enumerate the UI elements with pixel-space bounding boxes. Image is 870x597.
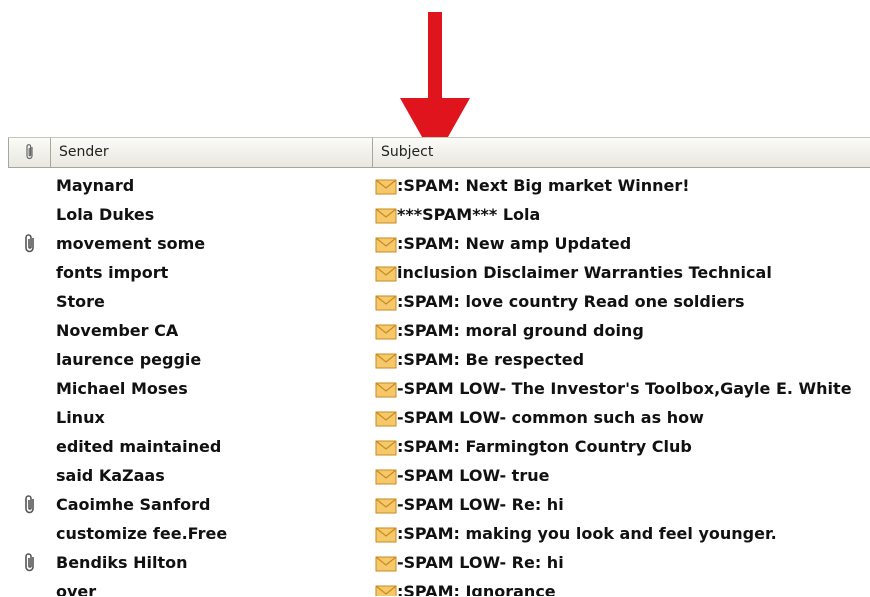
- message-sender: Store: [56, 292, 105, 311]
- message-row[interactable]: fonts import inclusion Disclaimer Warrant…: [8, 258, 870, 287]
- message-sender: fonts import: [56, 263, 169, 282]
- column-header-attachment[interactable]: [8, 138, 51, 167]
- message-subject: :SPAM: Be respected: [397, 350, 585, 369]
- message-subject: -SPAM LOW- Re: hi: [397, 553, 564, 572]
- envelope-icon: [375, 527, 397, 543]
- message-row[interactable]: November CA :SPAM: moral ground doing: [8, 316, 870, 345]
- message-row[interactable]: over :SPAM: Ignorance: [8, 577, 870, 596]
- envelope-icon: [375, 585, 397, 596]
- message-sender: Maynard: [56, 176, 135, 195]
- message-subject: :SPAM: Farmington Country Club: [397, 437, 692, 456]
- message-row[interactable]: Lola Dukes ***SPAM*** Lola: [8, 200, 870, 229]
- message-sender: movement some: [56, 234, 206, 253]
- message-subject: inclusion Disclaimer Warranties Technica…: [397, 263, 772, 282]
- column-header: Sender Subject: [8, 137, 870, 168]
- paperclip-icon: [25, 144, 33, 160]
- envelope-icon: [375, 440, 397, 456]
- message-sender: Caoimhe Sanford: [56, 495, 211, 514]
- message-subject: :SPAM: making you look and feel younger.: [397, 524, 777, 543]
- message-subject: :SPAM: New amp Updated: [397, 234, 632, 253]
- message-subject: ***SPAM*** Lola: [397, 205, 541, 224]
- message-sender: Lola Dukes: [56, 205, 155, 224]
- envelope-icon: [375, 411, 397, 427]
- message-subject: :SPAM: Ignorance: [397, 582, 556, 596]
- message-sender: said KaZaas: [56, 466, 165, 485]
- paperclip-icon: [25, 234, 34, 253]
- envelope-icon: [375, 324, 397, 340]
- message-sender: November CA: [56, 321, 179, 340]
- message-row[interactable]: customize fee.Free :SPAM: making you look…: [8, 519, 870, 548]
- message-row[interactable]: edited maintained :SPAM: Farmington Count…: [8, 432, 870, 461]
- message-row[interactable]: Store :SPAM: love country Read one soldie…: [8, 287, 870, 316]
- message-subject: :SPAM: Next Big market Winner!: [397, 176, 690, 195]
- message-sender: Linux: [56, 408, 105, 427]
- message-subject: :SPAM: moral ground doing: [397, 321, 644, 340]
- message-row[interactable]: Caoimhe Sanford -SPAM LOW- Re: hi: [8, 490, 870, 519]
- message-sender: customize fee.Free: [56, 524, 228, 543]
- envelope-icon: [375, 266, 397, 282]
- envelope-icon: [375, 556, 397, 572]
- message-row[interactable]: laurence peggie :SPAM: Be respected: [8, 345, 870, 374]
- message-sender: edited maintained: [56, 437, 222, 456]
- envelope-icon: [375, 237, 397, 253]
- message-row[interactable]: Linux -SPAM LOW- common such as how: [8, 403, 870, 432]
- column-header-subject[interactable]: Subject: [373, 138, 870, 167]
- message-subject: -SPAM LOW- common such as how: [397, 408, 704, 427]
- message-sender: laurence peggie: [56, 350, 202, 369]
- message-row[interactable]: Maynard :SPAM: Next Big market Winner!: [8, 171, 870, 200]
- envelope-icon: [375, 382, 397, 398]
- message-sender: over: [56, 582, 97, 596]
- message-subject: :SPAM: love country Read one soldiers: [397, 292, 745, 311]
- envelope-icon: [375, 353, 397, 369]
- column-header-sender[interactable]: Sender: [51, 138, 373, 167]
- message-subject: -SPAM LOW- Re: hi: [397, 495, 564, 514]
- message-row[interactable]: Bendiks Hilton -SPAM LOW- Re: hi: [8, 548, 870, 577]
- paperclip-icon: [25, 553, 34, 572]
- message-row[interactable]: movement some :SPAM: New amp Updated: [8, 229, 870, 258]
- envelope-icon: [375, 498, 397, 514]
- message-subject: -SPAM LOW- true: [397, 466, 550, 485]
- envelope-icon: [375, 469, 397, 485]
- message-sender: Michael Moses: [56, 379, 188, 398]
- envelope-icon: [375, 208, 397, 224]
- message-row[interactable]: Michael Moses -SPAM LOW- The Investor's T…: [8, 374, 870, 403]
- envelope-icon: [375, 295, 397, 311]
- message-subject: -SPAM LOW- The Investor's Toolbox,Gayle …: [397, 379, 852, 398]
- message-row[interactable]: said KaZaas -SPAM LOW- true: [8, 461, 870, 490]
- paperclip-icon: [25, 495, 34, 514]
- message-list: Sender Subject Maynard :SPAM: Next Big ma…: [8, 137, 870, 596]
- envelope-icon: [375, 179, 397, 195]
- message-sender: Bendiks Hilton: [56, 553, 188, 572]
